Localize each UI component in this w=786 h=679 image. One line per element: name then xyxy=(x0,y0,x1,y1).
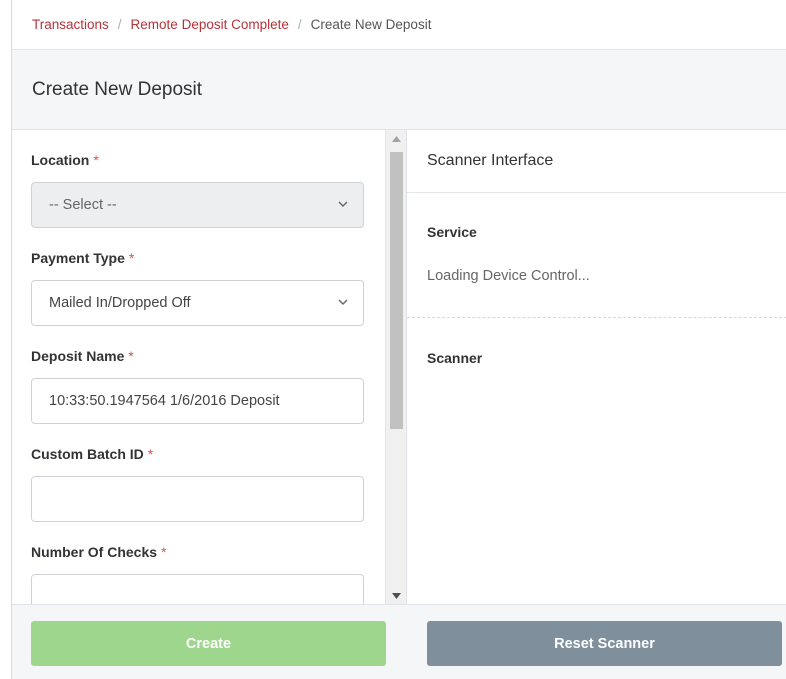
breadcrumb-separator: / xyxy=(117,17,122,32)
scroll-down-arrow-icon xyxy=(392,592,401,599)
chevron-down-icon xyxy=(338,299,348,305)
custom-batch-id-input[interactable] xyxy=(31,476,364,522)
service-status: Loading Device Control... xyxy=(427,268,590,284)
payment-type-label: Payment Type * xyxy=(31,250,134,266)
page-title: Create New Deposit xyxy=(32,78,203,100)
service-label: Service xyxy=(427,224,477,240)
location-label: Location * xyxy=(31,152,99,168)
breadcrumb-current: Create New Deposit xyxy=(310,17,432,32)
required-mark: * xyxy=(147,446,154,462)
required-mark: * xyxy=(93,152,99,168)
location-select-value: -- Select -- xyxy=(49,197,117,213)
scanner-interface-title: Scanner Interface xyxy=(407,130,786,193)
deposit-form: Location * -- Select -- Payment Type * Mai… xyxy=(12,130,407,604)
location-select[interactable]: -- Select -- xyxy=(31,182,364,228)
required-mark: * xyxy=(128,348,134,364)
section-divider xyxy=(407,317,786,318)
deposit-name-label: Deposit Name * xyxy=(31,348,134,364)
breadcrumb: Transactions / Remote Deposit Complete /… xyxy=(12,0,786,50)
payment-type-label-text: Payment Type xyxy=(31,250,125,266)
chevron-down-icon xyxy=(338,201,348,207)
number-of-checks-input[interactable] xyxy=(31,574,364,604)
create-button[interactable]: Create xyxy=(31,621,386,666)
breadcrumb-transactions[interactable]: Transactions xyxy=(32,17,109,32)
reset-scanner-button[interactable]: Reset Scanner xyxy=(427,621,782,666)
payment-type-select-value: Mailed In/Dropped Off xyxy=(49,295,191,311)
form-footer: Create Reset Scanner xyxy=(12,604,786,679)
required-mark: * xyxy=(128,250,135,266)
payment-type-select[interactable]: Mailed In/Dropped Off xyxy=(31,280,364,326)
custom-batch-id-label: Custom Batch ID * xyxy=(31,446,153,462)
number-of-checks-label-text: Number Of Checks xyxy=(31,544,158,560)
scroll-up-button[interactable] xyxy=(386,130,407,147)
page-header: Create New Deposit xyxy=(12,50,786,130)
create-deposit-window: Transactions / Remote Deposit Complete /… xyxy=(11,0,786,679)
form-scrollbar[interactable] xyxy=(385,130,406,604)
required-mark: * xyxy=(161,544,167,560)
scrollbar-thumb[interactable] xyxy=(390,152,403,429)
breadcrumb-separator: / xyxy=(297,17,302,32)
custom-batch-id-label-text: Custom Batch ID xyxy=(31,446,144,462)
breadcrumb-remote-deposit-complete[interactable]: Remote Deposit Complete xyxy=(131,17,289,32)
scanner-label: Scanner xyxy=(427,350,483,366)
scroll-up-arrow-icon xyxy=(392,135,401,142)
number-of-checks-label: Number Of Checks * xyxy=(31,544,167,560)
deposit-name-input[interactable]: 10:33:50.1947564 1/6/2016 Deposit xyxy=(31,378,364,424)
scanner-panel: Scanner Interface Service Loading Device… xyxy=(407,130,786,604)
deposit-name-input-value: 10:33:50.1947564 1/6/2016 Deposit xyxy=(49,393,280,409)
scroll-down-button[interactable] xyxy=(386,587,407,604)
deposit-name-label-text: Deposit Name xyxy=(31,348,125,364)
location-label-text: Location xyxy=(31,152,90,168)
